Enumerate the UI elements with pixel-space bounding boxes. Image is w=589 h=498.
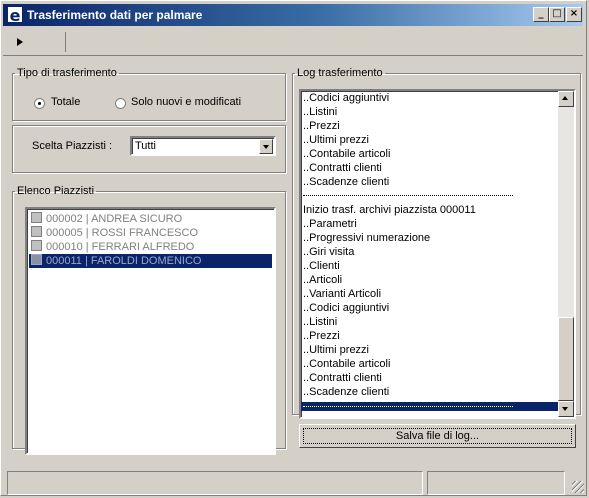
log-line: ..Ultimi prezzi (303, 344, 370, 356)
checkbox-icon[interactable] (31, 212, 42, 223)
log-line: ..Clienti (303, 260, 340, 272)
log-line: ..Listini (303, 106, 338, 118)
maximize-button[interactable]: □ (549, 7, 565, 22)
resize-grip-icon[interactable] (572, 481, 584, 493)
toolbar (3, 29, 583, 56)
radio-solo-nuovi-label[interactable]: Solo nuovi e modificati (131, 96, 241, 108)
scroll-thumb[interactable] (558, 317, 574, 401)
list-item[interactable]: 000005 | ROSSI FRANCESCO (29, 226, 272, 240)
log-textarea[interactable]: ..Codici aggiuntivi ..Listini ..Prezzi .… (299, 89, 576, 419)
play-icon (17, 38, 23, 46)
checkbox-icon[interactable] (31, 254, 42, 265)
radio-totale[interactable] (34, 98, 45, 109)
minimize-button[interactable]: _ (533, 7, 549, 22)
list-item-label: 000011 | FAROLDI DOMENICO (46, 255, 202, 267)
title-bar[interactable]: e Trasferimento dati per palmare _ □ × (3, 4, 583, 26)
piazzisti-choice-group: Scelta Piazzisti : Tutti (12, 125, 286, 173)
status-panel-secondary (427, 471, 565, 495)
log-group: Log trasferimento ..Codici aggiuntivi ..… (292, 67, 581, 419)
main-window: e Trasferimento dati per palmare _ □ × T… (0, 0, 587, 496)
scroll-down-button[interactable] (558, 401, 574, 417)
piazzisti-select[interactable]: Tutti (130, 136, 276, 156)
log-line: ..Contabile articoli (303, 148, 391, 160)
status-panel-main (7, 471, 423, 495)
log-line: ..Giri visita (303, 246, 355, 258)
log-line: Inizio trasf. archivi piazzista 000011 (303, 204, 476, 216)
window-title: Trasferimento dati per palmare (27, 8, 203, 22)
checkbox-icon[interactable] (31, 226, 42, 237)
radio-totale-label[interactable]: Totale (51, 96, 80, 108)
piazzisti-list-legend: Elenco Piazzisti (17, 185, 95, 197)
log-line: ..Codici aggiuntivi (303, 92, 390, 104)
radio-solo-nuovi[interactable] (115, 98, 126, 109)
log-line: ..Prezzi (303, 330, 340, 342)
log-separator (303, 406, 513, 407)
run-button[interactable] (9, 32, 66, 52)
list-item-selected[interactable]: 000011 | FAROLDI DOMENICO (29, 254, 272, 268)
log-line: ..Contratti clienti (303, 372, 382, 384)
log-line: ..Ultimi prezzi (303, 134, 370, 146)
log-separator (303, 195, 513, 197)
arrow-down-icon (562, 407, 568, 411)
log-line: ..Codici aggiuntivi (303, 302, 390, 314)
log-line: ..Prezzi (303, 120, 340, 132)
save-log-label: Salva file di log... (395, 430, 480, 442)
log-line: ..Articoli (303, 274, 343, 286)
log-scrollbar[interactable] (558, 91, 574, 417)
list-item-label: 000010 | FERRARI ALFREDO (46, 241, 195, 253)
log-legend: Log trasferimento (297, 67, 383, 79)
log-line: ..Contabile articoli (303, 358, 391, 370)
log-line: ..Scadenze clienti (303, 386, 390, 398)
log-line: ..Varianti Articoli (303, 288, 382, 300)
log-line: ..Contratti clienti (303, 162, 382, 174)
checkbox-icon[interactable] (31, 240, 42, 251)
scroll-up-button[interactable] (558, 91, 574, 107)
piazzisti-listbox[interactable]: 000002 | ANDREA SICURO 000005 | ROSSI FR… (25, 207, 276, 455)
log-selected-line[interactable] (301, 402, 558, 411)
log-line: ..Parametri (303, 218, 357, 230)
arrow-up-icon (562, 96, 568, 100)
list-item-label: 000002 | ANDREA SICURO (46, 213, 183, 225)
dropdown-button[interactable] (259, 139, 273, 154)
transfer-type-group: Tipo di trasferimento Totale Solo nuovi … (12, 67, 286, 121)
transfer-type-legend: Tipo di trasferimento (17, 67, 117, 79)
piazzisti-select-value: Tutti (135, 140, 156, 152)
app-icon: e (7, 6, 23, 24)
list-item-label: 000005 | ROSSI FRANCESCO (46, 227, 199, 239)
log-line: ..Listini (303, 316, 338, 328)
piazzisti-list-group: Elenco Piazzisti 000002 | ANDREA SICURO … (12, 185, 286, 455)
log-line: ..Scadenze clienti (303, 176, 390, 188)
save-log-button[interactable]: Salva file di log... (299, 424, 576, 448)
chevron-down-icon (263, 145, 269, 149)
piazzisti-choice-label: Scelta Piazzisti : (32, 140, 113, 152)
list-item[interactable]: 000002 | ANDREA SICURO (29, 212, 272, 226)
close-button[interactable]: × (566, 7, 582, 22)
list-item[interactable]: 000010 | FERRARI ALFREDO (29, 240, 272, 254)
log-line: ..Progressivi numerazione (303, 232, 431, 244)
